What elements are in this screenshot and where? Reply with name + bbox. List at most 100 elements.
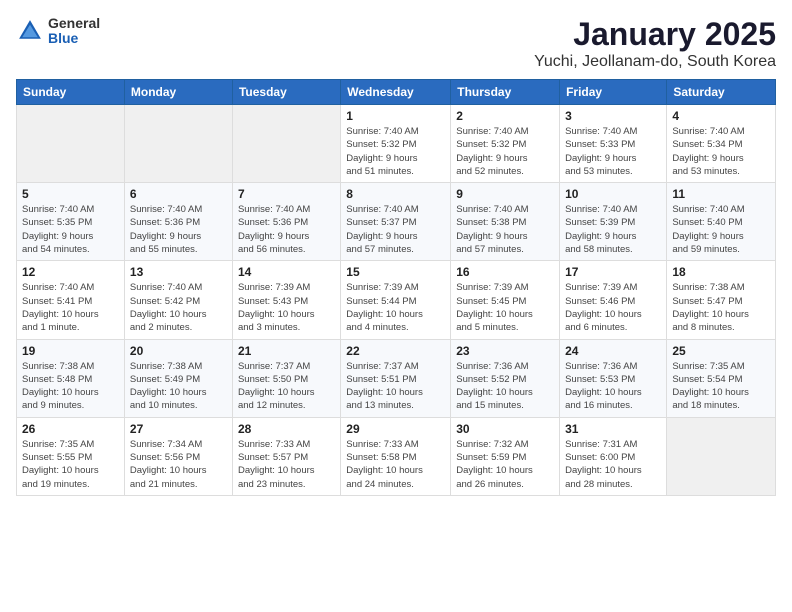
calendar-cell: 10 Sunrise: 7:40 AM Sunset: 5:39 PM Dayli… — [560, 183, 667, 261]
day-detail: Sunrise: 7:35 AM Sunset: 5:54 PM Dayligh… — [672, 360, 770, 413]
day-detail: Sunrise: 7:38 AM Sunset: 5:47 PM Dayligh… — [672, 281, 770, 334]
calendar-cell: 28 Sunrise: 7:33 AM Sunset: 5:57 PM Dayli… — [232, 417, 340, 495]
day-number: 19 — [22, 344, 119, 358]
day-detail: Sunrise: 7:40 AM Sunset: 5:35 PM Dayligh… — [22, 203, 119, 256]
day-number: 14 — [238, 265, 335, 279]
day-detail: Sunrise: 7:40 AM Sunset: 5:39 PM Dayligh… — [565, 203, 661, 256]
calendar-cell — [17, 105, 125, 183]
calendar-cell: 9Sunrise: 7:40 AM Sunset: 5:38 PM Daylig… — [451, 183, 560, 261]
calendar-title: January 2025 — [534, 16, 776, 53]
day-number: 30 — [456, 422, 554, 436]
day-detail: Sunrise: 7:40 AM Sunset: 5:37 PM Dayligh… — [346, 203, 445, 256]
day-number: 3 — [565, 109, 661, 123]
day-header-saturday: Saturday — [667, 80, 776, 105]
calendar-header-row: SundayMondayTuesdayWednesdayThursdayFrid… — [17, 80, 776, 105]
day-number: 18 — [672, 265, 770, 279]
calendar-cell: 20Sunrise: 7:38 AM Sunset: 5:49 PM Dayli… — [124, 339, 232, 417]
day-number: 16 — [456, 265, 554, 279]
day-number: 12 — [22, 265, 119, 279]
day-detail: Sunrise: 7:40 AM Sunset: 5:36 PM Dayligh… — [238, 203, 335, 256]
day-number: 21 — [238, 344, 335, 358]
day-number: 17 — [565, 265, 661, 279]
day-header-monday: Monday — [124, 80, 232, 105]
day-number: 20 — [130, 344, 227, 358]
title-block: January 2025 Yuchi, Jeollanam-do, South … — [534, 16, 776, 71]
day-detail: Sunrise: 7:40 AM Sunset: 5:34 PM Dayligh… — [672, 125, 770, 178]
calendar-cell — [667, 417, 776, 495]
logo-text: General Blue — [48, 16, 100, 47]
calendar-cell: 22Sunrise: 7:37 AM Sunset: 5:51 PM Dayli… — [341, 339, 451, 417]
day-number: 29 — [346, 422, 445, 436]
day-detail: Sunrise: 7:36 AM Sunset: 5:53 PM Dayligh… — [565, 360, 661, 413]
calendar-cell: 14Sunrise: 7:39 AM Sunset: 5:43 PM Dayli… — [232, 261, 340, 339]
calendar-cell: 18 Sunrise: 7:38 AM Sunset: 5:47 PM Dayli… — [667, 261, 776, 339]
calendar-cell: 16 Sunrise: 7:39 AM Sunset: 5:45 PM Dayli… — [451, 261, 560, 339]
day-number: 31 — [565, 422, 661, 436]
day-number: 6 — [130, 187, 227, 201]
day-detail: Sunrise: 7:33 AM Sunset: 5:58 PM Dayligh… — [346, 438, 445, 491]
day-number: 22 — [346, 344, 445, 358]
calendar-subtitle: Yuchi, Jeollanam-do, South Korea — [534, 53, 776, 71]
day-number: 24 — [565, 344, 661, 358]
day-detail: Sunrise: 7:31 AM Sunset: 6:00 PM Dayligh… — [565, 438, 661, 491]
calendar-week-row: 1Sunrise: 7:40 AM Sunset: 5:32 PM Daylig… — [17, 105, 776, 183]
day-number: 4 — [672, 109, 770, 123]
calendar-cell: 30 Sunrise: 7:32 AM Sunset: 5:59 PM Dayli… — [451, 417, 560, 495]
day-detail: Sunrise: 7:40 AM Sunset: 5:40 PM Dayligh… — [672, 203, 770, 256]
day-number: 15 — [346, 265, 445, 279]
page-header: General Blue January 2025 Yuchi, Jeollan… — [16, 16, 776, 71]
calendar-week-row: 26Sunrise: 7:35 AM Sunset: 5:55 PM Dayli… — [17, 417, 776, 495]
logo: General Blue — [16, 16, 100, 47]
calendar-cell: 26Sunrise: 7:35 AM Sunset: 5:55 PM Dayli… — [17, 417, 125, 495]
day-number: 2 — [456, 109, 554, 123]
day-detail: Sunrise: 7:40 AM Sunset: 5:38 PM Dayligh… — [456, 203, 554, 256]
calendar-cell: 1Sunrise: 7:40 AM Sunset: 5:32 PM Daylig… — [341, 105, 451, 183]
day-detail: Sunrise: 7:40 AM Sunset: 5:32 PM Dayligh… — [346, 125, 445, 178]
calendar-cell: 27 Sunrise: 7:34 AM Sunset: 5:56 PM Dayli… — [124, 417, 232, 495]
calendar-week-row: 19 Sunrise: 7:38 AM Sunset: 5:48 PM Dayli… — [17, 339, 776, 417]
logo-blue-text: Blue — [48, 31, 100, 46]
calendar-cell: 5 Sunrise: 7:40 AM Sunset: 5:35 PM Daylig… — [17, 183, 125, 261]
calendar-cell: 4 Sunrise: 7:40 AM Sunset: 5:34 PM Daylig… — [667, 105, 776, 183]
day-number: 10 — [565, 187, 661, 201]
day-number: 25 — [672, 344, 770, 358]
day-detail: Sunrise: 7:40 AM Sunset: 5:42 PM Dayligh… — [130, 281, 227, 334]
day-detail: Sunrise: 7:32 AM Sunset: 5:59 PM Dayligh… — [456, 438, 554, 491]
day-number: 23 — [456, 344, 554, 358]
day-detail: Sunrise: 7:40 AM Sunset: 5:32 PM Dayligh… — [456, 125, 554, 178]
calendar-cell: 8 Sunrise: 7:40 AM Sunset: 5:37 PM Daylig… — [341, 183, 451, 261]
day-detail: Sunrise: 7:37 AM Sunset: 5:50 PM Dayligh… — [238, 360, 335, 413]
calendar-cell: 29 Sunrise: 7:33 AM Sunset: 5:58 PM Dayli… — [341, 417, 451, 495]
day-number: 11 — [672, 187, 770, 201]
calendar-week-row: 5 Sunrise: 7:40 AM Sunset: 5:35 PM Daylig… — [17, 183, 776, 261]
calendar-cell: 19 Sunrise: 7:38 AM Sunset: 5:48 PM Dayli… — [17, 339, 125, 417]
calendar-cell: 3 Sunrise: 7:40 AM Sunset: 5:33 PM Daylig… — [560, 105, 667, 183]
day-detail: Sunrise: 7:39 AM Sunset: 5:46 PM Dayligh… — [565, 281, 661, 334]
day-detail: Sunrise: 7:35 AM Sunset: 5:55 PM Dayligh… — [22, 438, 119, 491]
calendar-cell: 31 Sunrise: 7:31 AM Sunset: 6:00 PM Dayli… — [560, 417, 667, 495]
day-header-tuesday: Tuesday — [232, 80, 340, 105]
day-detail: Sunrise: 7:40 AM Sunset: 5:33 PM Dayligh… — [565, 125, 661, 178]
day-detail: Sunrise: 7:33 AM Sunset: 5:57 PM Dayligh… — [238, 438, 335, 491]
calendar-cell: 13Sunrise: 7:40 AM Sunset: 5:42 PM Dayli… — [124, 261, 232, 339]
logo-icon — [16, 17, 44, 45]
day-detail: Sunrise: 7:38 AM Sunset: 5:48 PM Dayligh… — [22, 360, 119, 413]
calendar-cell: 24 Sunrise: 7:36 AM Sunset: 5:53 PM Dayli… — [560, 339, 667, 417]
calendar-cell: 25 Sunrise: 7:35 AM Sunset: 5:54 PM Dayli… — [667, 339, 776, 417]
day-number: 28 — [238, 422, 335, 436]
day-detail: Sunrise: 7:40 AM Sunset: 5:41 PM Dayligh… — [22, 281, 119, 334]
calendar-cell: 17 Sunrise: 7:39 AM Sunset: 5:46 PM Dayli… — [560, 261, 667, 339]
day-number: 8 — [346, 187, 445, 201]
calendar-cell: 12 Sunrise: 7:40 AM Sunset: 5:41 PM Dayli… — [17, 261, 125, 339]
day-detail: Sunrise: 7:39 AM Sunset: 5:45 PM Dayligh… — [456, 281, 554, 334]
day-number: 7 — [238, 187, 335, 201]
calendar-cell: 15 Sunrise: 7:39 AM Sunset: 5:44 PM Dayli… — [341, 261, 451, 339]
day-number: 5 — [22, 187, 119, 201]
day-number: 27 — [130, 422, 227, 436]
calendar-cell: 21 Sunrise: 7:37 AM Sunset: 5:50 PM Dayli… — [232, 339, 340, 417]
day-header-thursday: Thursday — [451, 80, 560, 105]
calendar-table: SundayMondayTuesdayWednesdayThursdayFrid… — [16, 79, 776, 496]
day-header-wednesday: Wednesday — [341, 80, 451, 105]
day-detail: Sunrise: 7:39 AM Sunset: 5:44 PM Dayligh… — [346, 281, 445, 334]
day-detail: Sunrise: 7:34 AM Sunset: 5:56 PM Dayligh… — [130, 438, 227, 491]
